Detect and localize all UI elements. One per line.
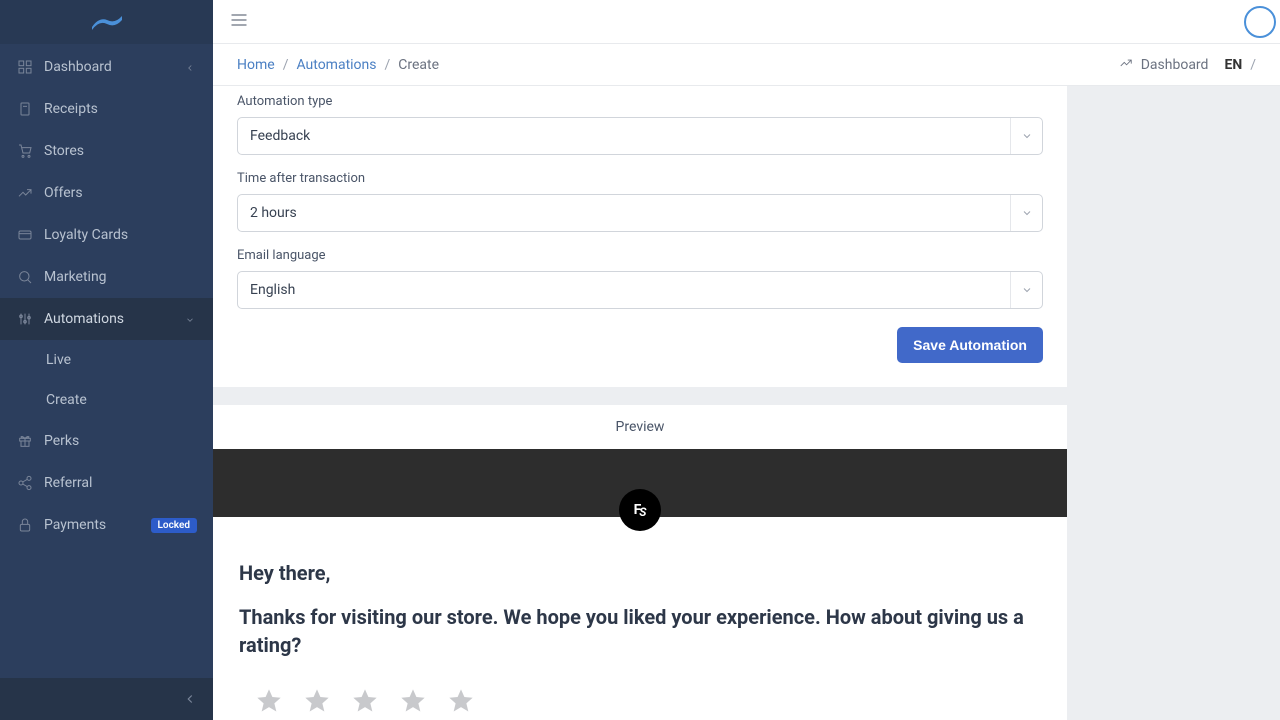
sidebar-item-payments[interactable]: Payments Locked	[0, 504, 213, 546]
chevron-down-icon	[1010, 195, 1042, 231]
clipboard-icon	[16, 100, 34, 118]
sidebar-item-label: Live	[46, 352, 197, 368]
star-icon[interactable]	[255, 687, 283, 719]
breadcrumb-bar: Home / Automations / Create Dashboard EN…	[213, 44, 1280, 86]
main-content: Home / Automations / Create Dashboard EN…	[213, 0, 1280, 720]
time-label: Time after transaction	[237, 171, 1043, 186]
breadcrumb-right: Dashboard EN /	[1119, 56, 1256, 74]
sidebar-item-marketing[interactable]: Marketing	[0, 256, 213, 298]
language-en[interactable]: EN	[1224, 57, 1242, 73]
language-separator: /	[1250, 57, 1256, 73]
content-area: Automation type Feedback Time after tran…	[213, 86, 1280, 720]
cart-icon	[16, 142, 34, 160]
star-icon[interactable]	[399, 687, 427, 719]
trend-icon	[1119, 56, 1133, 74]
sidebar-item-label: Marketing	[44, 269, 197, 285]
grid-icon	[16, 58, 34, 76]
select-value: 2 hours	[238, 205, 309, 221]
sliders-icon	[16, 310, 34, 328]
gift-icon	[16, 432, 34, 450]
hamburger-button[interactable]	[229, 10, 249, 34]
locked-badge: Locked	[151, 518, 197, 533]
sidebar-item-live[interactable]: Live	[0, 340, 213, 380]
language-select[interactable]: English	[237, 271, 1043, 309]
trend-icon	[16, 184, 34, 202]
sidebar-item-loyalty[interactable]: Loyalty Cards	[0, 214, 213, 256]
lock-icon	[16, 516, 34, 534]
time-select[interactable]: 2 hours	[237, 194, 1043, 232]
sidebar-item-label: Create	[46, 392, 197, 408]
breadcrumb-separator: /	[283, 57, 289, 73]
breadcrumb-automations[interactable]: Automations	[296, 57, 376, 73]
sidebar-collapse-button[interactable]	[0, 678, 213, 720]
app-logo[interactable]	[0, 0, 213, 44]
preview-message: Thanks for visiting our store. We hope y…	[239, 603, 1041, 659]
sidebar-item-label: Dashboard	[44, 59, 185, 75]
star-icon[interactable]	[447, 687, 475, 719]
sidebar-item-label: Stores	[44, 143, 197, 159]
preview-greeting: Hey there,	[239, 561, 1041, 585]
preview-body: Hey there, Thanks for visiting our store…	[213, 517, 1067, 720]
sidebar: Dashboard Receipts Stores Offers Loyalty…	[0, 0, 213, 720]
chevron-down-icon	[1010, 272, 1042, 308]
select-value: Feedback	[238, 128, 322, 144]
sidebar-item-automations[interactable]: Automations	[0, 298, 213, 340]
sidebar-item-stores[interactable]: Stores	[0, 130, 213, 172]
chevron-down-icon	[1010, 118, 1042, 154]
select-value: English	[238, 282, 307, 298]
sidebar-item-receipts[interactable]: Receipts	[0, 88, 213, 130]
card-icon	[16, 226, 34, 244]
sidebar-item-referral[interactable]: Referral	[0, 462, 213, 504]
sidebar-item-dashboard[interactable]: Dashboard	[0, 46, 213, 88]
save-automation-button[interactable]: Save Automation	[897, 327, 1043, 363]
star-icon[interactable]	[303, 687, 331, 719]
sidebar-item-label: Offers	[44, 185, 197, 201]
automation-type-label: Automation type	[237, 94, 1043, 109]
avatar[interactable]	[1244, 6, 1276, 38]
preview-card: Preview FS Hey there, Thanks for visitin…	[213, 405, 1067, 720]
sidebar-item-create[interactable]: Create	[0, 380, 213, 420]
breadcrumb: Home / Automations / Create	[237, 57, 439, 73]
preview-banner: FS	[213, 449, 1067, 517]
chevron-left-icon	[185, 61, 197, 73]
breadcrumb-separator: /	[385, 57, 391, 73]
sidebar-item-label: Perks	[44, 433, 197, 449]
language-label: Email language	[237, 248, 1043, 263]
breadcrumb-home[interactable]: Home	[237, 57, 275, 73]
chevron-down-icon	[185, 313, 197, 325]
share-icon	[16, 474, 34, 492]
breadcrumb-current: Create	[398, 57, 439, 73]
search-icon	[16, 268, 34, 286]
sidebar-item-label: Payments	[44, 517, 151, 533]
sidebar-item-perks[interactable]: Perks	[0, 420, 213, 462]
sidebar-item-label: Referral	[44, 475, 197, 491]
star-icon[interactable]	[351, 687, 379, 719]
dashboard-link[interactable]: Dashboard	[1141, 57, 1209, 73]
sidebar-item-label: Receipts	[44, 101, 197, 117]
sidebar-nav: Dashboard Receipts Stores Offers Loyalty…	[0, 44, 213, 678]
rating-stars	[239, 687, 1041, 719]
brand-logo: FS	[619, 489, 661, 531]
sidebar-item-label: Loyalty Cards	[44, 227, 197, 243]
automation-form: Automation type Feedback Time after tran…	[213, 86, 1067, 387]
sidebar-item-label: Automations	[44, 311, 185, 327]
preview-header: Preview	[213, 405, 1067, 449]
sidebar-item-offers[interactable]: Offers	[0, 172, 213, 214]
topbar	[213, 0, 1280, 44]
automation-type-select[interactable]: Feedback	[237, 117, 1043, 155]
